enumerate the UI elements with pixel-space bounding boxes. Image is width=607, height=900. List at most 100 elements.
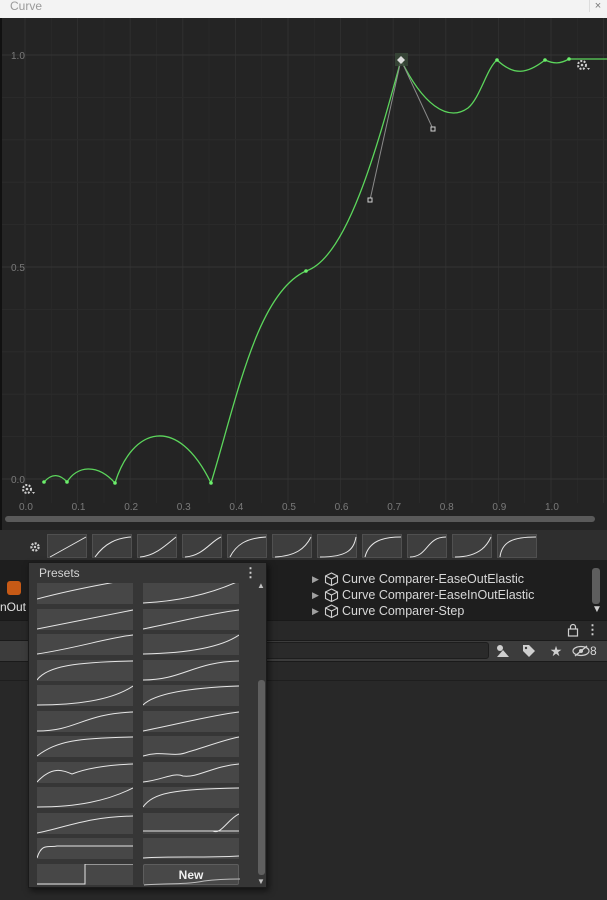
preset-cell[interactable]	[37, 838, 133, 859]
keyframe[interactable]	[65, 480, 69, 484]
scene-filter-icon[interactable]	[491, 641, 515, 661]
title-bar[interactable]: Curve ×	[0, 0, 607, 18]
star-icon[interactable]: ★	[544, 641, 568, 661]
keyframe[interactable]	[495, 58, 499, 62]
kebab-menu-icon[interactable]: ⋮	[244, 565, 257, 581]
keyframe[interactable]	[543, 58, 547, 62]
preset-thumbnail[interactable]	[497, 534, 537, 558]
x-tick-label: 1.0	[545, 502, 559, 513]
preset-thumbnail[interactable]	[227, 534, 267, 558]
x-tick-label: 0.9	[492, 502, 506, 513]
preset-thumbnail[interactable]	[317, 534, 357, 558]
y-tick-label: 0.5	[11, 263, 25, 274]
scroll-down-icon[interactable]: ▼	[257, 877, 265, 886]
y-tick-label: 1.0	[11, 51, 25, 62]
hidden-count: 8	[590, 644, 597, 658]
preset-thumbnail[interactable]	[407, 534, 447, 558]
window-title: Curve	[10, 0, 43, 13]
expand-arrow-icon[interactable]: ▶	[312, 590, 324, 601]
keyframes	[42, 56, 571, 485]
y-tick-label: 0.0	[11, 475, 25, 486]
tag-icon[interactable]	[517, 641, 541, 661]
hierarchy-scrollbar[interactable]	[592, 568, 600, 604]
keyframe[interactable]	[42, 480, 46, 484]
hierarchy-item[interactable]: ▶ Curve Comparer-EaseOutElastic	[312, 571, 534, 587]
x-tick-label: 0.0	[19, 502, 33, 513]
preset-cell[interactable]	[37, 863, 133, 885]
preset-cell[interactable]	[142, 634, 240, 655]
expand-arrow-icon[interactable]: ▶	[312, 574, 324, 585]
preset-cell[interactable]	[37, 659, 134, 681]
preset-cell[interactable]	[142, 710, 240, 732]
keyframe[interactable]	[113, 481, 117, 485]
hierarchy-item-label: Curve Comparer-EaseOutElastic	[342, 572, 525, 586]
preset-cell[interactable]	[37, 685, 134, 706]
preset-cell[interactable]	[37, 710, 134, 732]
tangent-handle[interactable]	[367, 197, 373, 203]
x-tick-label: 0.3	[177, 502, 191, 513]
tangent-line	[400, 59, 434, 130]
preset-cell[interactable]	[37, 812, 134, 834]
curve-line[interactable]	[43, 58, 607, 485]
screen: nOut ▶ Curve Comparer-EaseOutElastic ▶ C…	[0, 0, 607, 900]
popup-scrollbar[interactable]	[258, 680, 265, 875]
gear-icon[interactable]	[29, 541, 41, 553]
preset-cell[interactable]	[37, 581, 133, 604]
preset-cell[interactable]	[142, 736, 240, 757]
preset-cell[interactable]	[37, 761, 134, 783]
preset-cell[interactable]	[142, 608, 240, 630]
kebab-menu-icon[interactable]: ⋮	[586, 622, 599, 638]
preset-thumbnail[interactable]	[92, 534, 132, 558]
preset-cell[interactable]	[142, 838, 240, 859]
hierarchy-item-label: Curve Comparer-Step	[342, 604, 465, 618]
preset-cell[interactable]	[142, 761, 240, 783]
preset-thumbnail[interactable]	[47, 534, 87, 558]
lock-icon[interactable]	[567, 623, 579, 637]
grid	[2, 18, 607, 503]
expand-arrow-icon[interactable]: ▶	[312, 606, 324, 617]
tangent-handle[interactable]	[430, 126, 436, 132]
search-input[interactable]	[264, 642, 489, 659]
preset-thumbnail[interactable]	[137, 534, 177, 558]
scroll-down-icon[interactable]: ▼	[592, 604, 602, 615]
new-preset-button[interactable]: New	[143, 863, 240, 885]
presets-popup: Presets ⋮ New ▲ ▼	[28, 562, 267, 888]
curve-window: Curve × 1.0 0.5 0.0 0.0 0.1 0.2 0.3 0.4 0.5 0.6 0.…	[0, 0, 607, 560]
preset-cell[interactable]	[142, 581, 240, 604]
preset-thumbnail[interactable]	[362, 534, 402, 558]
curve-graph[interactable]: 1.0 0.5 0.0 0.0 0.1 0.2 0.3 0.4 0.5 0.6 0.7 0.8 0.9 1…	[0, 18, 607, 530]
close-button[interactable]: ×	[589, 0, 606, 12]
x-tick-label: 0.6	[335, 502, 349, 513]
x-tick-label: 0.4	[229, 502, 243, 513]
keyframe[interactable]	[567, 57, 571, 61]
hierarchy-item[interactable]: ▶ Curve Comparer-EaseInOutElastic	[312, 587, 534, 603]
x-tick-label: 0.5	[282, 502, 296, 513]
preset-cell[interactable]	[37, 634, 134, 655]
preset-cell[interactable]	[143, 812, 240, 834]
preset-cell[interactable]	[37, 787, 134, 808]
gameobject-cube-icon	[324, 572, 339, 586]
keyframe[interactable]	[209, 481, 213, 485]
new-preset-label: New	[178, 867, 204, 882]
keyframe[interactable]	[304, 269, 308, 273]
scroll-up-icon[interactable]: ▲	[257, 581, 265, 590]
preset-thumbnail[interactable]	[182, 534, 222, 558]
hierarchy-list: ▶ Curve Comparer-EaseOutElastic ▶ Curve …	[312, 571, 534, 619]
x-tick-label: 0.7	[387, 502, 401, 513]
preset-cell[interactable]	[142, 787, 240, 808]
horizontal-scrollbar[interactable]	[5, 516, 595, 522]
preset-cell[interactable]	[37, 608, 134, 630]
preset-cell[interactable]	[142, 659, 240, 681]
gear-icon[interactable]	[577, 60, 590, 70]
preset-thumbnail[interactable]	[452, 534, 492, 558]
x-tick-label: 0.2	[124, 502, 138, 513]
preset-cell[interactable]	[37, 736, 134, 757]
truncated-label: nOut	[0, 600, 27, 614]
axis-labels: 1.0 0.5 0.0 0.0 0.1 0.2 0.3 0.4 0.5 0.6 0.7 0.8 0.9 1…	[11, 51, 559, 513]
hierarchy-item-label: Curve Comparer-EaseInOutElastic	[342, 588, 535, 602]
curve-graph-svg: 1.0 0.5 0.0 0.0 0.1 0.2 0.3 0.4 0.5 0.6 0.7 0.8 0.9 1…	[2, 18, 607, 513]
gameobject-cube-icon	[324, 604, 339, 618]
preset-thumbnail[interactable]	[272, 534, 312, 558]
hierarchy-item[interactable]: ▶ Curve Comparer-Step	[312, 603, 534, 619]
preset-cell[interactable]	[142, 685, 240, 706]
